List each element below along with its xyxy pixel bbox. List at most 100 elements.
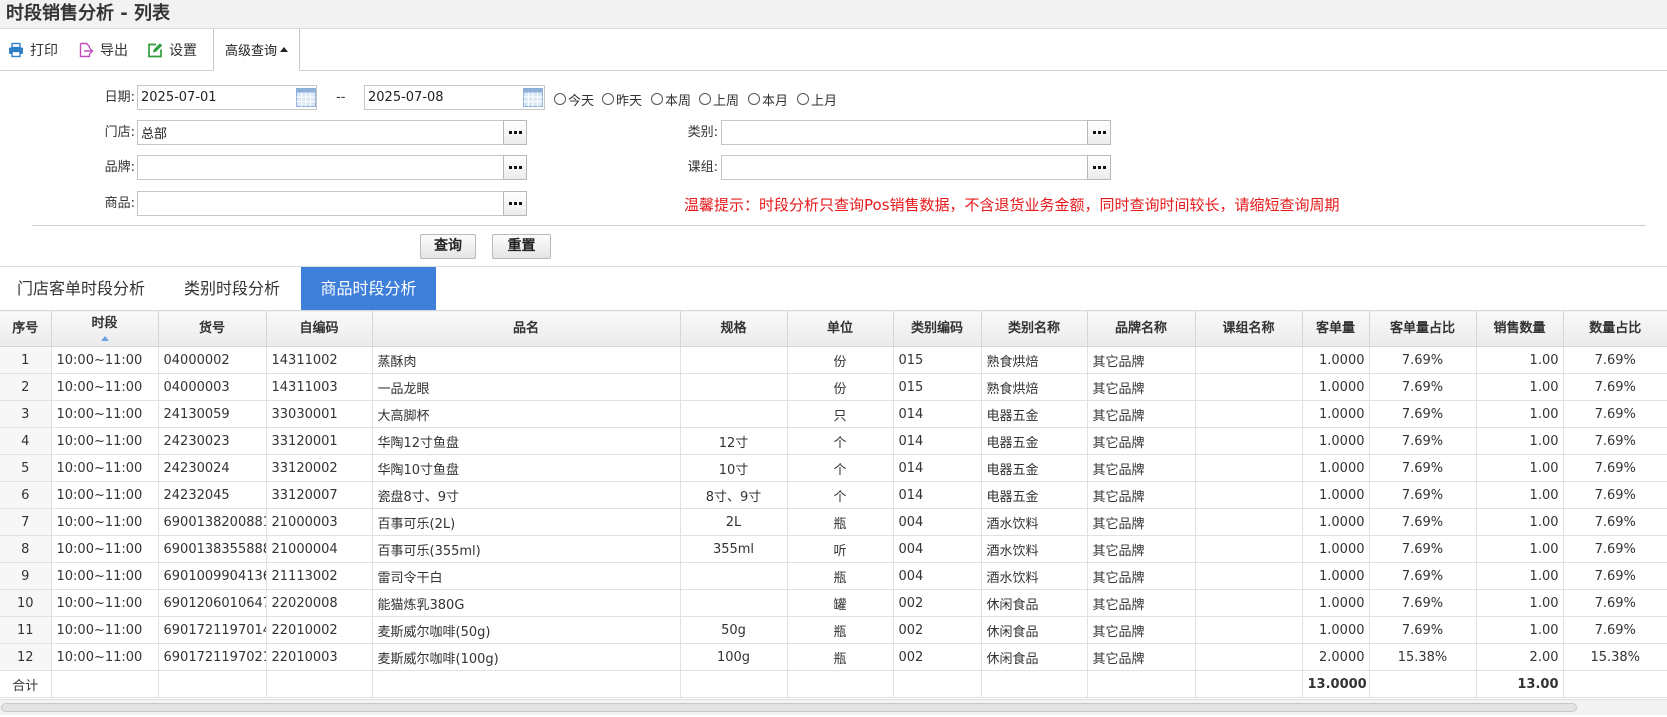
column-header-qty-pct[interactable]: 数量占比 <box>1562 310 1667 347</box>
cell-orders: 1.0000 <box>1301 616 1370 644</box>
radio-button[interactable] <box>554 93 566 105</box>
cell-cat-name: 电器五金 <box>980 400 1088 428</box>
export-button[interactable]: 导出 <box>78 29 128 70</box>
cell-name: 华陶12寸鱼盘 <box>371 427 681 455</box>
table-row[interactable]: 2 10:00~11:00 04000003 14311003 一品龙眼 份 015 熟食烘焙… <box>0 373 1667 401</box>
table-row[interactable]: 8 10:00~11:00 6900138355888 21000004 百事可乐(35… <box>0 535 1667 563</box>
column-header-name[interactable]: 品名 <box>371 310 681 347</box>
cell-qty: 1.00 <box>1475 481 1564 509</box>
radio-button[interactable] <box>748 93 760 105</box>
radio-button[interactable] <box>797 93 809 105</box>
radio-button[interactable] <box>651 93 663 105</box>
brand-input[interactable] <box>137 155 504 180</box>
brand-picker-button[interactable] <box>503 155 527 180</box>
quick-date-last-week[interactable]: 上周 <box>699 91 739 109</box>
cell-qty-pct: 7.69% <box>1562 346 1667 374</box>
group-input[interactable] <box>721 155 1088 180</box>
column-header-seq[interactable]: 序号 <box>0 310 52 347</box>
total-cell-seq: 合计 <box>0 670 52 698</box>
column-header-spec[interactable]: 规格 <box>679 310 788 347</box>
radio-label: 今天 <box>568 93 595 109</box>
column-header-period[interactable]: 时段 <box>50 310 159 347</box>
cell-qty-pct: 7.69% <box>1562 400 1667 428</box>
quick-date-yesterday[interactable]: 昨天 <box>602 91 642 109</box>
quick-date-this-month[interactable]: 本月 <box>748 91 789 109</box>
column-header-orders[interactable]: 客单量 <box>1301 310 1370 347</box>
category-picker-button[interactable] <box>1087 120 1111 145</box>
total-cell-self-code <box>265 670 373 698</box>
tab-product-period[interactable]: 商品时段分析 <box>301 267 436 310</box>
cell-orders: 1.0000 <box>1301 508 1370 536</box>
cell-period: 10:00~11:00 <box>50 535 159 563</box>
column-header-cat-name[interactable]: 类别名称 <box>980 310 1088 347</box>
radio-button[interactable] <box>699 93 711 105</box>
radio-button[interactable] <box>602 93 614 105</box>
cell-orders-pct: 7.69% <box>1368 589 1477 617</box>
group-picker-button[interactable] <box>1087 155 1111 180</box>
cell-group <box>1194 454 1303 482</box>
date-from-input[interactable] <box>137 85 317 110</box>
column-header-orders-pct[interactable]: 客单量占比 <box>1368 310 1477 347</box>
reset-button[interactable]: 重置 <box>492 234 551 259</box>
search-button[interactable]: 查询 <box>420 234 476 259</box>
column-header-label: 品名 <box>512 320 539 336</box>
column-header-label: 序号 <box>12 320 39 336</box>
column-header-item-no[interactable]: 货号 <box>157 310 267 347</box>
scrollbar-thumb[interactable] <box>1 703 1577 712</box>
cell-qty-pct: 7.69% <box>1562 589 1667 617</box>
cell-cat-code: 004 <box>892 508 982 536</box>
cell-self-code: 21113002 <box>265 562 373 590</box>
store-picker-button[interactable] <box>503 120 527 145</box>
settings-button[interactable]: 设置 <box>147 29 197 70</box>
column-header-cat-code[interactable]: 类别编码 <box>892 310 982 347</box>
table-row[interactable]: 4 10:00~11:00 24230023 33120001 华陶12寸鱼盘 12寸个 0… <box>0 427 1667 455</box>
cell-name: 大高脚杯 <box>371 400 681 428</box>
data-grid: 序号 时段 货号 自编码 品名 规格 单位 类别编码 类别名称 品牌名称 课组名称 客单量 客单量占比 销… <box>0 310 1667 698</box>
quick-date-last-month[interactable]: 上月 <box>797 91 837 109</box>
column-header-label: 销售数量 <box>1493 320 1546 336</box>
date-to-input[interactable] <box>364 85 545 110</box>
column-header-label: 客单量 <box>1315 320 1355 336</box>
column-header-group[interactable]: 课组名称 <box>1194 310 1303 347</box>
print-button[interactable]: 打印 <box>8 29 58 70</box>
calendar-icon[interactable] <box>296 88 316 107</box>
advanced-query-toggle[interactable]: 高级查询 <box>213 29 300 71</box>
horizontal-scrollbar[interactable] <box>0 699 1667 715</box>
store-input[interactable] <box>137 120 504 145</box>
table-row[interactable]: 1 10:00~11:00 04000002 14311002 蒸酥肉 份 015 熟食烘焙其… <box>0 346 1667 374</box>
cell-cat-name: 熟食烘焙 <box>980 373 1088 401</box>
tab-store-period[interactable]: 门店客单时段分析 <box>17 267 145 310</box>
calendar-icon[interactable] <box>523 88 543 107</box>
table-row[interactable]: 12 10:00~11:00 6901721197021 22010003 麦斯威尔咖啡… <box>0 643 1667 671</box>
cell-period: 10:00~11:00 <box>50 508 159 536</box>
cell-qty: 1.00 <box>1475 562 1564 590</box>
category-input[interactable] <box>721 120 1088 145</box>
table-row[interactable]: 5 10:00~11:00 24230024 33120002 华陶10寸鱼盘 10寸个 0… <box>0 454 1667 482</box>
quick-date-today[interactable]: 今天 <box>554 91 595 109</box>
table-row[interactable]: 3 10:00~11:00 24130059 33030001 大高脚杯 只 014 电器五金… <box>0 400 1667 428</box>
column-header-qty[interactable]: 销售数量 <box>1475 310 1564 347</box>
product-picker-button[interactable] <box>503 191 527 216</box>
table-row[interactable]: 9 10:00~11:00 6901009904136 21113002 雷司令干白 瓶 0… <box>0 562 1667 590</box>
cell-spec <box>679 400 788 428</box>
column-header-label: 品牌名称 <box>1114 320 1167 336</box>
table-row[interactable]: 11 10:00~11:00 6901721197014 22010002 麦斯威尔咖啡… <box>0 616 1667 644</box>
product-input[interactable] <box>137 191 504 216</box>
cell-qty: 1.00 <box>1475 616 1564 644</box>
cell-orders: 1.0000 <box>1301 535 1370 563</box>
quick-date-this-week[interactable]: 本周 <box>651 91 691 109</box>
cell-self-code: 22020008 <box>265 589 373 617</box>
column-header-brand[interactable]: 品牌名称 <box>1086 310 1196 347</box>
column-header-self-code[interactable]: 自编码 <box>265 310 373 347</box>
date-range-separator: -- <box>336 90 346 105</box>
column-header-unit[interactable]: 单位 <box>786 310 894 347</box>
cell-name: 能猫炼乳380G <box>371 589 681 617</box>
table-row[interactable]: 7 10:00~11:00 6900138200881 21000003 百事可乐(2L… <box>0 508 1667 536</box>
radio-label: 本月 <box>762 93 789 109</box>
cell-spec <box>679 346 788 374</box>
cell-brand: 其它品牌 <box>1086 616 1196 644</box>
table-row[interactable]: 10 10:00~11:00 6901206010647 22020008 能猫炼乳38… <box>0 589 1667 617</box>
table-row[interactable]: 6 10:00~11:00 24232045 33120007 瓷盘8寸、9寸 8寸、9寸… <box>0 481 1667 509</box>
tab-category-period[interactable]: 类别时段分析 <box>184 267 280 310</box>
cell-group <box>1194 346 1303 374</box>
